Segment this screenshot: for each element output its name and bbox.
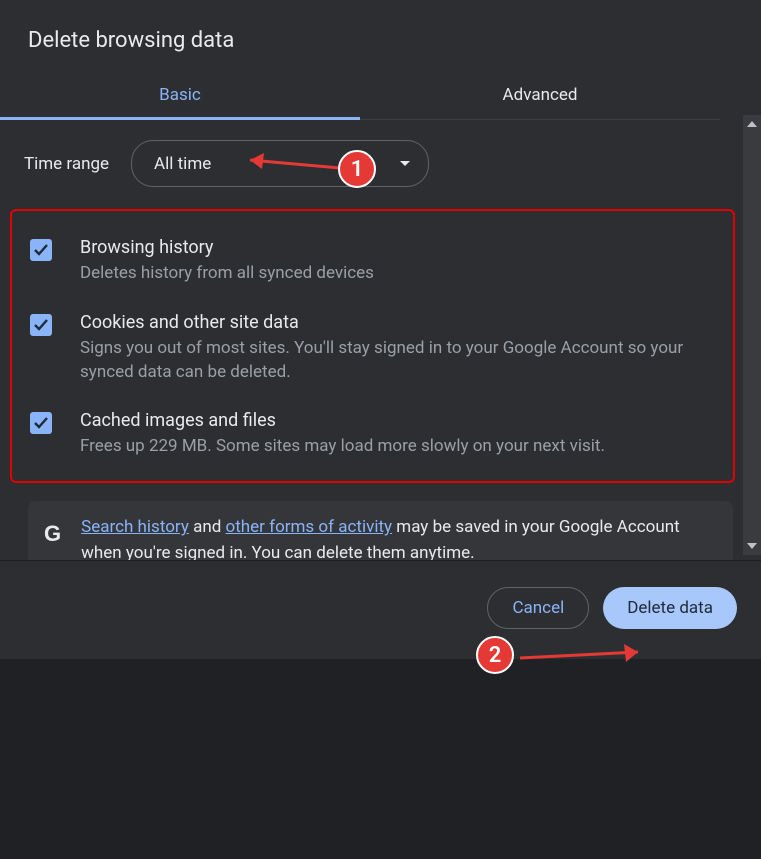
scroll-down-button[interactable] [743,537,761,555]
item-desc: Deletes history from all synced devices [80,262,374,286]
checkbox-cache[interactable] [30,412,52,434]
time-range-row: Time range All time [24,140,733,187]
item-title: Cached images and files [80,410,605,431]
list-item: Cached images and files Frees up 229 MB.… [24,402,721,463]
check-icon [33,242,49,258]
google-notice-text: Search history and other forms of activi… [81,515,717,560]
triangle-up-icon [747,121,757,127]
list-item: Browsing history Deletes history from al… [24,229,721,304]
annotation-marker-1: 1 [338,150,376,188]
time-range-value: All time [154,154,211,174]
google-logo-icon: G [44,515,61,547]
item-title: Browsing history [80,237,374,258]
dialog-title: Delete browsing data [0,0,761,73]
search-history-link[interactable]: Search history [81,517,189,537]
check-icon [33,317,49,333]
checkbox-browsing-history[interactable] [30,239,52,261]
dialog-content: Time range All time Browsing history Del… [0,120,761,560]
scrollbar[interactable] [743,115,761,555]
delete-data-button[interactable]: Delete data [603,587,737,629]
item-desc: Frees up 229 MB. Some sites may load mor… [80,435,605,459]
google-account-notice: G Search history and other forms of acti… [28,501,733,560]
time-range-label: Time range [24,154,109,174]
annotation-marker-2: 2 [476,636,514,674]
tab-basic[interactable]: Basic [0,73,360,119]
list-item: Cookies and other site data Signs you ou… [24,304,721,403]
tab-advanced[interactable]: Advanced [360,73,720,119]
background-area [0,659,761,859]
item-title: Cookies and other site data [80,312,715,333]
delete-browsing-data-dialog: Delete browsing data Basic Advanced Time… [0,0,761,859]
annotation-arrow-icon [510,640,660,670]
chevron-down-icon [400,161,410,166]
checkbox-cookies[interactable] [30,314,52,336]
scroll-up-button[interactable] [743,115,761,133]
data-types-group: Browsing history Deletes history from al… [10,209,735,483]
other-activity-link[interactable]: other forms of activity [226,517,393,537]
annotation-arrow-icon [230,148,350,178]
triangle-down-icon [747,543,757,549]
tabs: Basic Advanced [0,73,720,120]
item-desc: Signs you out of most sites. You'll stay… [80,337,715,385]
cancel-button[interactable]: Cancel [487,587,589,629]
check-icon [33,415,49,431]
